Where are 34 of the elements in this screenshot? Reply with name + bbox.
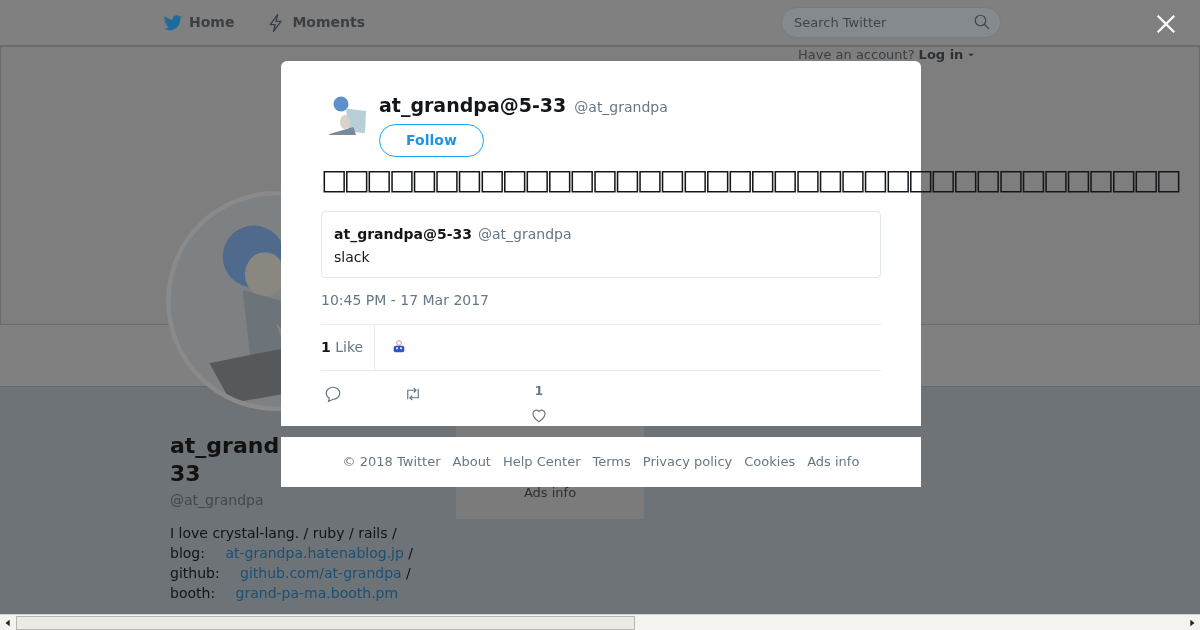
profile-name: 33: [170, 460, 201, 488]
scrollbar-thumb[interactable]: [16, 615, 635, 630]
quoted-author-name: at_grandpa@5-33: [334, 224, 472, 245]
profile-bio: I love crystal-lang. / ruby / rails / blog: at-grandpa.hatenablog.jp / github: github.com/at-grandpa / booth: grand-pa-ma.booth.pm: [170, 524, 415, 603]
footer-link[interactable]: Ads info: [807, 452, 860, 472]
search-field[interactable]: Search Twitter: [781, 7, 1001, 38]
search-icon: [973, 13, 991, 31]
bird-icon: [163, 12, 183, 33]
copyright-text: © 2018 Twitter: [342, 453, 441, 472]
quoted-author-handle: @at_grandpa: [478, 224, 572, 244]
scroll-right-icon: [1187, 617, 1197, 628]
footer-link[interactable]: About: [452, 452, 491, 472]
nav-tab[interactable]: Home: [163, 12, 235, 33]
likes-count[interactable]: 1 Like: [321, 324, 376, 370]
login-link[interactable]: Log in: [918, 45, 964, 65]
author-handle: @at_grandpa: [574, 98, 668, 117]
quoted-text: slack: [334, 247, 371, 267]
tweet-text: □□□□□□□□□□□□□□□□□□□□□□□□□□□□□□□□□□□□□□: [321, 162, 1180, 197]
scroll-left-icon: [3, 617, 13, 628]
close-icon[interactable]: [1155, 13, 1177, 35]
footer-link[interactable]: Help Center: [502, 452, 581, 472]
profile-name: at_grand: [170, 432, 280, 460]
footer-link[interactable]: Privacy policy: [642, 452, 733, 472]
footer-link[interactable]: Terms: [592, 452, 631, 472]
reply-icon: [324, 384, 342, 403]
horizontal-scrollbar[interactable]: [0, 614, 1200, 630]
account-prompt: Have an account?: [798, 46, 915, 64]
author-name: at_grandpa@5-33: [379, 93, 567, 119]
footer-link[interactable]: Cookies: [744, 452, 796, 472]
like-count: 1: [534, 382, 544, 400]
ads-link[interactable]: Ads info: [523, 482, 577, 502]
nav-tab[interactable]: Moments: [266, 12, 366, 33]
tweet-timestamp: 10:45 PM - 17 Mar 2017: [321, 290, 491, 310]
like-button[interactable]: 1: [524, 381, 554, 424]
